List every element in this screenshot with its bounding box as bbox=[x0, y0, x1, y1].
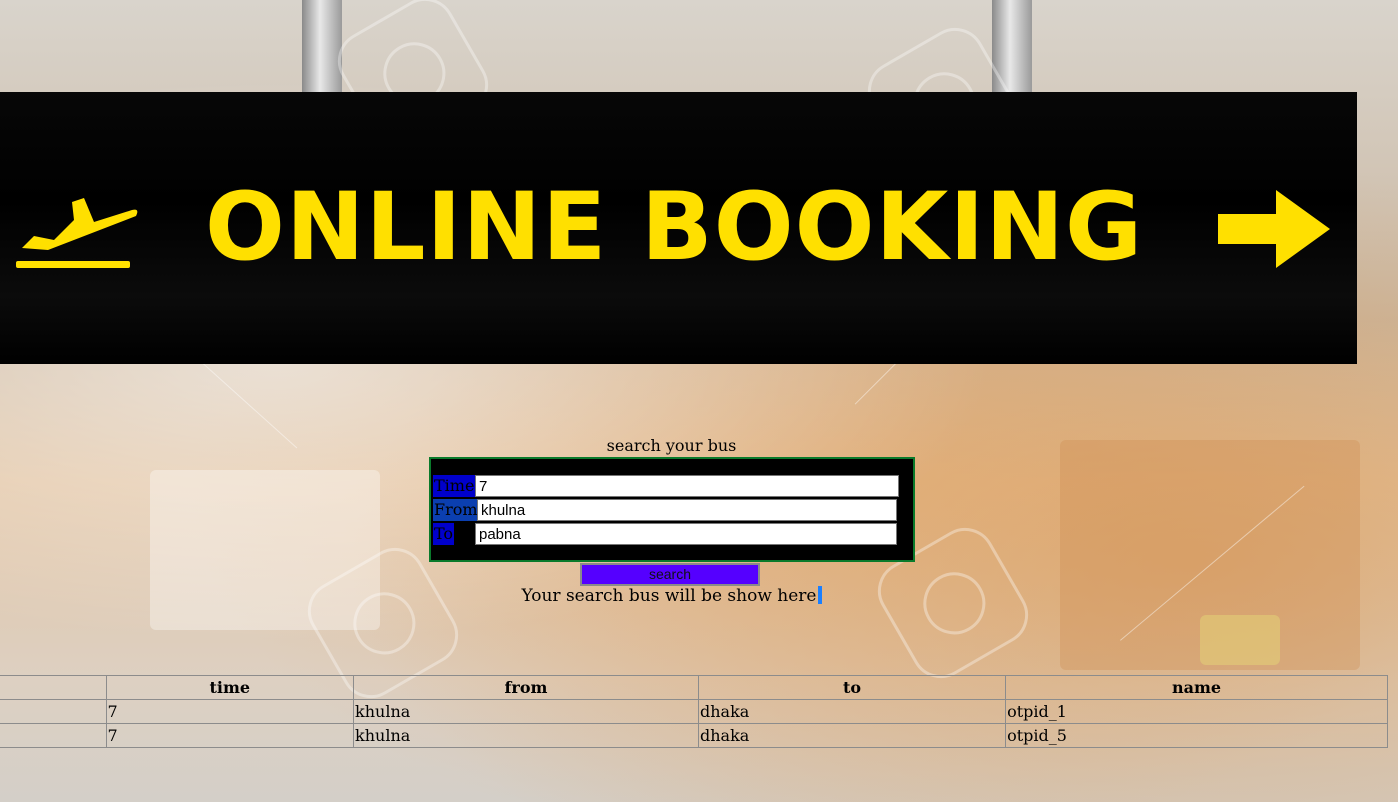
table-cell: 7 bbox=[105, 723, 355, 748]
column-header-to: to bbox=[697, 675, 1007, 700]
from-label: From bbox=[433, 499, 479, 521]
sign-pole-left bbox=[302, 0, 342, 92]
table-cell: otpid_1 bbox=[1005, 699, 1388, 724]
table-cell: khulna bbox=[353, 723, 699, 748]
column-header-name: name bbox=[1005, 675, 1388, 700]
from-input[interactable]: khulna bbox=[477, 499, 897, 521]
column-header-from: from bbox=[353, 675, 699, 700]
search-result-message: Your search bus will be show here bbox=[0, 586, 1343, 606]
right-arrow-icon bbox=[1218, 190, 1330, 268]
time-label: Time bbox=[433, 475, 476, 497]
search-button[interactable]: search bbox=[580, 563, 760, 586]
text-cursor bbox=[817, 586, 822, 604]
results-table: time from to name 7 khulna dhaka otpid_1… bbox=[0, 675, 1388, 748]
search-form: Time 7 From khulna To pabna bbox=[429, 457, 915, 562]
table-row: 7 khulna dhaka otpid_5 bbox=[0, 723, 1388, 748]
table-header-row: time from to name bbox=[0, 675, 1388, 700]
online-booking-banner: ONLINE BOOKING bbox=[0, 92, 1357, 364]
table-row: 7 khulna dhaka otpid_1 bbox=[0, 699, 1388, 724]
table-cell: khulna bbox=[353, 699, 699, 724]
background-light bbox=[1200, 615, 1280, 665]
table-cell: dhaka bbox=[697, 723, 1007, 748]
time-input[interactable]: 7 bbox=[475, 475, 899, 497]
to-input[interactable]: pabna bbox=[475, 523, 897, 545]
table-cell bbox=[0, 699, 107, 724]
table-cell: 7 bbox=[105, 699, 355, 724]
column-header-blank bbox=[0, 675, 107, 700]
table-cell: otpid_5 bbox=[1005, 723, 1388, 748]
table-cell: dhaka bbox=[697, 699, 1007, 724]
search-caption: search your bus bbox=[606, 436, 737, 455]
column-header-time: time bbox=[105, 675, 355, 700]
result-message-text: Your search bus will be show here bbox=[521, 586, 817, 606]
table-cell bbox=[0, 723, 107, 748]
banner-title: ONLINE BOOKING bbox=[205, 173, 1144, 282]
to-label: To bbox=[433, 523, 455, 545]
departure-plane-icon bbox=[16, 198, 138, 268]
